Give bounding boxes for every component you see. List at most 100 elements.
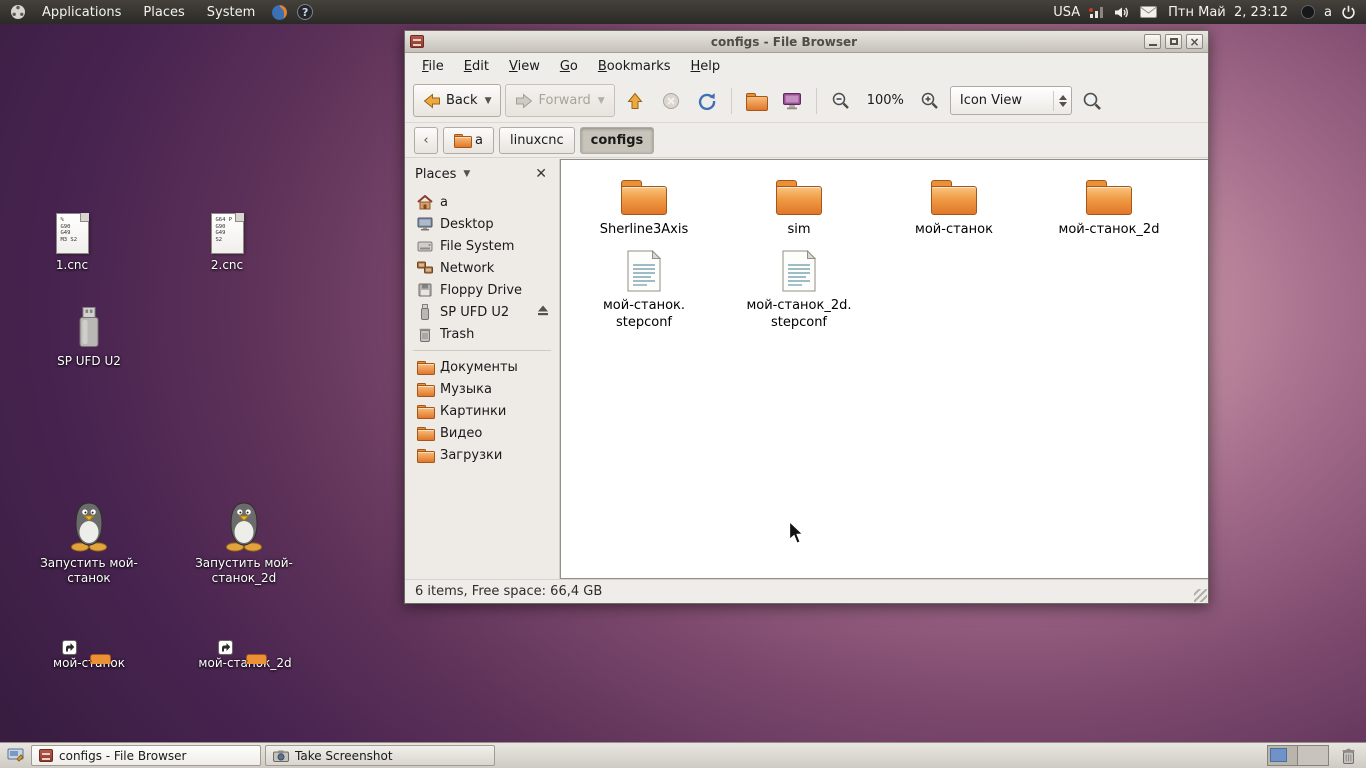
breadcrumb-home[interactable]: a (443, 126, 494, 154)
file-item-sim[interactable]: sim (724, 178, 874, 239)
mail-icon[interactable] (1138, 2, 1158, 22)
task-take-screenshot[interactable]: Take Screenshot (265, 745, 495, 766)
folder-icon (416, 447, 435, 463)
desktop-icon-moy-stanok-2d[interactable]: мой-станок_2d (184, 640, 306, 671)
task-file-browser[interactable]: configs - File Browser (31, 745, 261, 766)
sidebar-mode-select[interactable]: Places ▼ (415, 167, 470, 182)
sidebar-item-label: Floppy Drive (440, 282, 523, 298)
back-button[interactable]: Back ▼ (413, 84, 502, 117)
desktop-icon-2cnc[interactable]: G64 P G90 G49 S2 2.cnc (166, 213, 288, 273)
stop-button[interactable] (655, 84, 687, 117)
status-bar: 6 items, Free space: 66,4 GB (405, 579, 1208, 603)
sidebar-item-network[interactable]: Network (405, 257, 559, 279)
symlink-emblem-icon (218, 640, 233, 655)
workspace-window-thumb (1270, 748, 1287, 762)
help-icon[interactable]: ? (295, 2, 315, 22)
sidebar-item-floppy[interactable]: Floppy Drive (405, 279, 559, 301)
sidebar-item-video[interactable]: Видео (405, 422, 559, 444)
sidebar-item-label: Trash (440, 326, 475, 342)
sidebar-item-documents[interactable]: Документы (405, 356, 559, 378)
maximize-button[interactable] (1165, 34, 1182, 49)
minimize-button[interactable] (1144, 34, 1161, 49)
location-bar: ‹ a linuxcnc configs (405, 123, 1208, 158)
folder-icon (1085, 178, 1133, 216)
resize-grip[interactable] (1194, 589, 1207, 602)
menu-system[interactable]: System (199, 2, 263, 23)
sidebar-item-label: a (440, 194, 448, 210)
menu-applications[interactable]: Applications (34, 2, 129, 23)
back-dropdown-icon[interactable]: ▼ (485, 96, 492, 106)
zoom-out-button[interactable] (825, 84, 857, 117)
desktop-icon-label: Запустить мой- станок (40, 556, 138, 585)
desktop-icon-launch-moy-stanok[interactable]: Запустить мой- станок (28, 500, 150, 586)
sidebar-item-trash[interactable]: Trash (405, 323, 559, 345)
window-titlebar[interactable]: configs - File Browser × (405, 31, 1208, 53)
search-icon (1083, 92, 1101, 110)
workspace-2[interactable] (1298, 746, 1328, 765)
eject-icon[interactable] (537, 305, 549, 320)
show-desktop-button[interactable] (3, 745, 27, 766)
clock[interactable]: Птн Май 2, 23:12 (1164, 5, 1292, 20)
workspace-1[interactable] (1268, 746, 1298, 765)
back-label: Back (446, 93, 478, 108)
menu-bookmarks[interactable]: Bookmarks (589, 56, 680, 77)
file-browser-window: configs - File Browser × File Edit View … (404, 30, 1209, 604)
sidebar-item-label: Картинки (440, 403, 507, 419)
file-list-pane[interactable]: Sherline3Axis sim мой-станок мой-станок_… (560, 159, 1208, 579)
sidebar-item-pictures[interactable]: Картинки (405, 400, 559, 422)
desktop-screen: Applications Places System ? USA Птн Май… (0, 0, 1366, 768)
file-item-moy-stanok-2d[interactable]: мой-станок_2d (1034, 178, 1184, 239)
menu-help[interactable]: Help (682, 56, 730, 77)
network-icon[interactable] (1086, 2, 1106, 22)
breadcrumb-configs[interactable]: configs (579, 126, 655, 154)
breadcrumb-linuxcnc[interactable]: linuxcnc (498, 126, 575, 154)
user-menu-label[interactable]: a (1324, 5, 1332, 20)
back-arrow-icon (423, 92, 440, 109)
file-item-moy-stanok[interactable]: мой-станок (879, 178, 1029, 239)
sidebar-item-music[interactable]: Музыка (405, 378, 559, 400)
home-button[interactable] (740, 84, 772, 117)
trash-icon (416, 326, 433, 342)
menu-file[interactable]: File (413, 56, 453, 77)
zoom-level[interactable]: 100% (861, 93, 910, 108)
sidebar-item-downloads[interactable]: Загрузки (405, 444, 559, 466)
sidebar-item-home[interactable]: a (405, 191, 559, 213)
keyboard-layout-indicator[interactable]: USA (1053, 5, 1080, 20)
file-item-moy-stanok-stepconf[interactable]: мой-станок. stepconf (569, 250, 719, 332)
user-menu-icon[interactable] (1298, 2, 1318, 22)
desktop-icon-usb[interactable]: SP UFD U2 (28, 306, 150, 369)
desktop-icon-moy-stanok[interactable]: мой-станок (28, 640, 150, 671)
zoom-in-button[interactable] (914, 84, 946, 117)
file-label: sim (787, 222, 811, 237)
sidebar-item-file-system[interactable]: File System (405, 235, 559, 257)
desktop-icon-launch-moy-stanok-2d[interactable]: Запустить мой- станок_2d (183, 500, 305, 586)
sidebar-item-desktop[interactable]: Desktop (405, 213, 559, 235)
file-item-sherline3axis[interactable]: Sherline3Axis (569, 178, 719, 239)
view-mode-select[interactable]: Icon View (949, 86, 1072, 115)
desktop-icon-label: мой-станок_2d (198, 656, 292, 670)
menu-places[interactable]: Places (135, 2, 192, 23)
sidebar-separator (413, 350, 551, 351)
file-label: мой-станок_2d (1058, 222, 1160, 237)
browser-icon[interactable] (269, 2, 289, 22)
menu-view[interactable]: View (500, 56, 549, 77)
menu-go[interactable]: Go (551, 56, 587, 77)
breadcrumb-scroll-left-button[interactable]: ‹ (414, 126, 438, 154)
close-button[interactable]: × (1186, 34, 1203, 49)
search-button[interactable] (1076, 84, 1108, 117)
forward-button[interactable]: Forward ▼ (505, 84, 615, 117)
menu-edit[interactable]: Edit (455, 56, 498, 77)
reload-button[interactable] (691, 84, 723, 117)
volume-icon[interactable] (1112, 2, 1132, 22)
desktop-icon-1cnc[interactable]: % G90 G49 M3 S2 1.cnc (11, 213, 133, 273)
sidebar-item-usb[interactable]: SP UFD U2 (405, 301, 559, 323)
trash-applet-icon[interactable] (1337, 748, 1359, 764)
sidebar-close-icon[interactable]: ✕ (531, 166, 551, 182)
file-item-moy-stanok-2d-stepconf[interactable]: мой-станок_2d. stepconf (724, 250, 874, 332)
computer-button[interactable] (776, 84, 808, 117)
power-icon[interactable] (1338, 2, 1358, 22)
distro-logo-icon[interactable] (8, 2, 28, 22)
file-label: мой-станок_2d. stepconf (746, 298, 852, 330)
status-text: 6 items, Free space: 66,4 GB (415, 584, 603, 599)
up-button[interactable] (619, 84, 651, 117)
